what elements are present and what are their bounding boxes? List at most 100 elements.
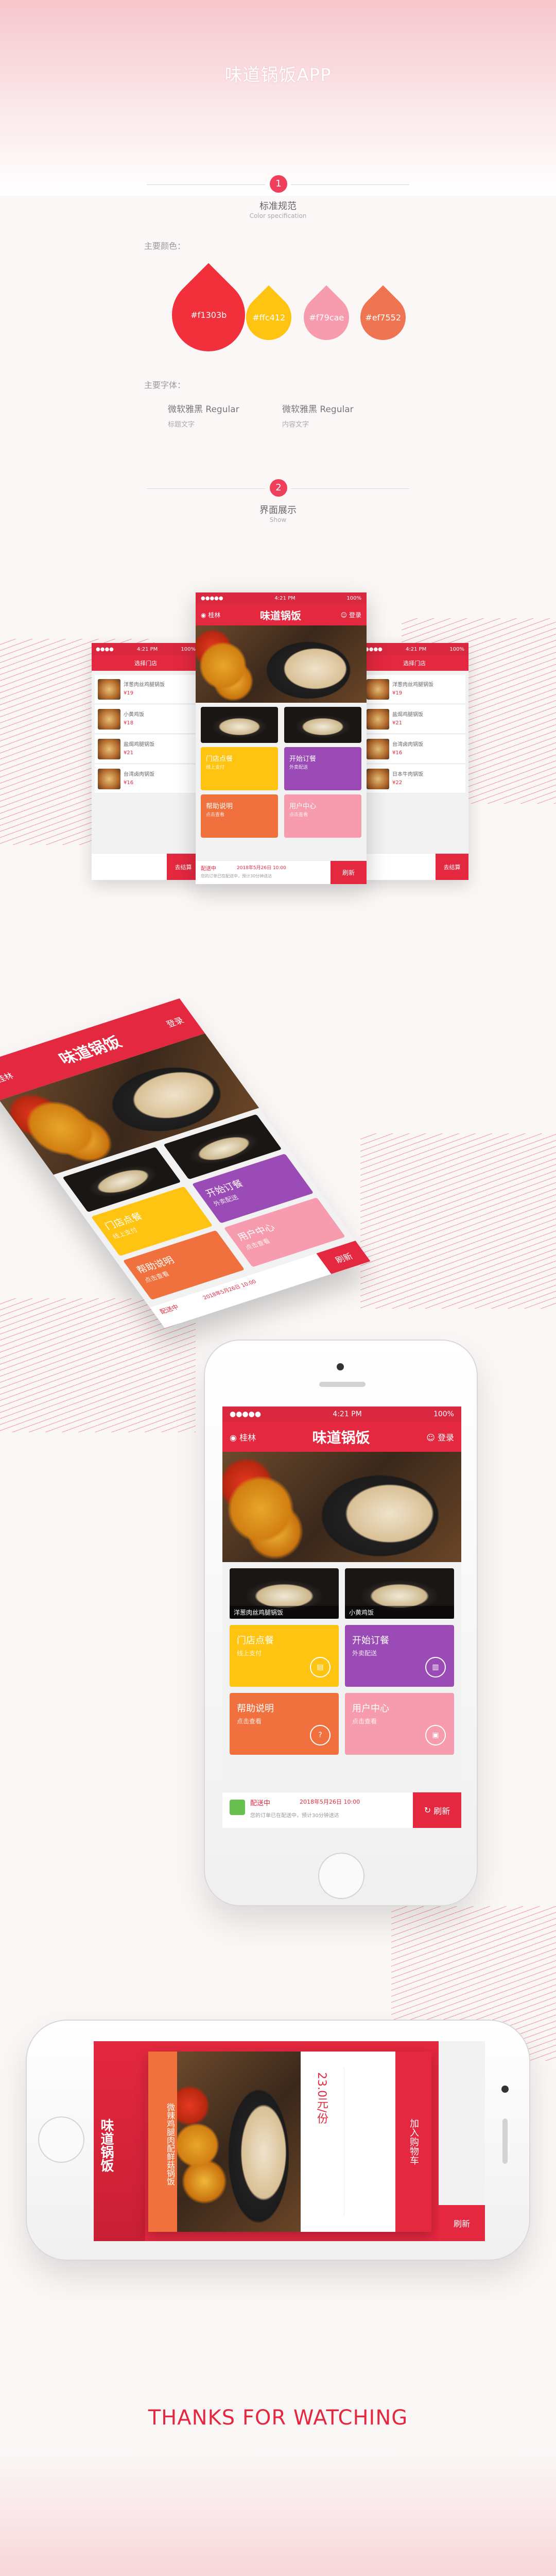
dish-thumb[interactable]: 洋葱肉丝鸡腿锅饭: [230, 1568, 339, 1619]
color-swatch-orange: #ef7552: [351, 285, 415, 350]
hero-banner: [0, 0, 556, 196]
footer-background: [0, 2452, 556, 2576]
tile-user-center[interactable]: 用户中心 点击查看 ▣: [345, 1693, 454, 1755]
tile-start-order[interactable]: 开始订餐 外卖配送: [284, 747, 361, 790]
list-item[interactable]: 洋葱肉丝鸡腿锅饭 ¥19: [363, 675, 465, 704]
divider: [291, 488, 409, 489]
home-button[interactable]: [318, 1853, 364, 1899]
list-item[interactable]: 日本牛肉锅饭 ¥22: [363, 765, 465, 793]
home-button[interactable]: [38, 2116, 84, 2163]
dish-name: 洋葱肉丝鸡腿锅饭: [124, 682, 165, 688]
dish-thumb[interactable]: [284, 707, 361, 743]
refresh-icon: ↻: [424, 1805, 431, 1815]
dish-name: 台湾卤肉锅饭: [392, 742, 423, 748]
user-icon: ☺: [340, 611, 348, 619]
checkout-button[interactable]: 去结算: [436, 854, 468, 880]
list-item[interactable]: 盐焗鸡腿锅饭 ¥21: [95, 735, 197, 764]
nav-bar: 选择门店: [360, 655, 468, 671]
list-item[interactable]: 盐焗鸡腿锅饭 ¥21: [363, 705, 465, 734]
status-bar: ●●●●● 4:21 PM 100%: [222, 1406, 461, 1422]
user-icon: ☺: [426, 1433, 435, 1443]
location-name: 桂林: [208, 611, 221, 619]
checkout-button[interactable]: 去结算: [167, 854, 200, 880]
refresh-label: 刷新: [453, 2219, 470, 2229]
login-link[interactable]: ☺ 登录: [341, 611, 361, 619]
list-item[interactable]: 台湾卤肉锅饭 ¥16: [363, 735, 465, 764]
status-bar: ●●●● 4:21 PM 100%: [92, 643, 200, 655]
list-item[interactable]: 小黄鸡饭 ¥18: [95, 705, 197, 734]
tile-subtitle: 线上支付: [206, 765, 225, 770]
font-name: 微软雅黑 Regular: [168, 404, 239, 415]
nav-bar: ◉ 桂林 味道锅饭 ☺ 登录: [222, 1422, 461, 1452]
refresh-button[interactable]: ↻ 刷新: [413, 1792, 461, 1828]
phone-frame-landscape: 味道锅饭 微辣鸡腿肉配鲜菇锅饭 23.0元/份 加入购物车 刷新: [26, 2020, 530, 2261]
dish-price: 23.0元/份: [315, 2072, 328, 2124]
dish-thumbnail: [98, 739, 120, 759]
section-number: 2: [270, 479, 287, 497]
location-button[interactable]: ◉ 桂林: [230, 1431, 256, 1443]
drink-icon: ▥: [425, 1657, 446, 1677]
status-bar: ●●●●● 4:21 PM 100%: [196, 592, 367, 604]
section-number: 1: [270, 175, 287, 193]
thanks-text: THANKS FOR WATCHING: [148, 2406, 408, 2430]
dish-thumbnail: [98, 679, 120, 700]
login-button[interactable]: ☺ 登录: [426, 1431, 454, 1443]
list-item[interactable]: 台湾卤肉锅饭 ¥16: [95, 765, 197, 793]
notice-title: 配送中: [201, 866, 216, 872]
app-logo: 味道锅饭: [98, 2119, 114, 2172]
tile-title: 门店点餐: [237, 1635, 274, 1646]
tile-help[interactable]: 帮助说明 点击查看 ?: [230, 1693, 339, 1755]
speaker: [502, 2119, 508, 2164]
tile-store-order[interactable]: 门店点餐 线上支付 ▤: [230, 1625, 339, 1687]
carrier-dots: ●●●●●: [201, 595, 223, 601]
refresh-button[interactable]: 刷新: [439, 2205, 485, 2241]
section-subtitle: Color specification: [249, 212, 307, 219]
isometric-screen: 桂林 味道锅饭 登录 门店点餐 线上支付 开始订餐 外卖配送 帮助说明 点击查看…: [0, 998, 371, 1328]
notice-date: 2018年5月26日 10:00: [300, 1799, 360, 1805]
font-usage: 内容文字: [282, 421, 309, 429]
carrier-dots: ●●●●: [364, 646, 383, 652]
location-label[interactable]: ◉ 桂林: [201, 611, 220, 619]
divider: [291, 184, 409, 185]
tile-subtitle: 点击查看: [352, 1718, 377, 1725]
app-logo: 味道锅饭: [259, 609, 301, 622]
side-strip: 味道锅饭: [94, 2041, 145, 2241]
list-item[interactable]: 洋葱肉丝鸡腿锅饭 ¥19: [95, 675, 197, 704]
dish-price: ¥21: [124, 750, 134, 756]
dish-name: 小黄鸡饭: [124, 712, 144, 718]
color-swatch-primary: #f1303b: [157, 263, 260, 367]
tile-help[interactable]: 帮助说明 点击查看: [201, 794, 278, 838]
app-logo: 味道锅饭: [312, 1429, 370, 1446]
tile-title: 门店点餐: [206, 755, 233, 763]
divider: [147, 184, 265, 185]
tile-store-order[interactable]: 门店点餐 线上支付: [201, 747, 278, 790]
screen-title: 选择门店: [403, 660, 426, 667]
add-to-cart-button[interactable]: 加入购物车: [395, 2052, 431, 2232]
dish-detail-card: 微辣鸡腿肉配鲜菇锅饭 23.0元/份 加入购物车: [148, 2052, 431, 2232]
login-label: 登录: [164, 1015, 186, 1029]
status-time: 4:21 PM: [406, 646, 427, 652]
status-bar: ●●●● 4:21 PM 100%: [360, 643, 468, 655]
tile-user-center[interactable]: 用户中心 点击查看: [284, 794, 361, 838]
tile-title: 用户中心: [352, 1703, 389, 1714]
dish-thumbnail: [98, 769, 120, 789]
dish-thumb[interactable]: 小黄鸡饭: [345, 1568, 454, 1619]
page-title: 味道锅饭APP: [224, 65, 332, 86]
refresh-label: 刷新: [433, 1806, 450, 1816]
carrier-dots: ●●●●: [96, 646, 114, 652]
refresh-button[interactable]: 刷新: [331, 861, 367, 884]
status-battery: 100%: [181, 646, 196, 652]
notice-text: 您的订单已在配送中，预计30分钟送达: [201, 874, 272, 878]
font-sample-content: 微软雅黑 Regular 内容文字: [282, 402, 354, 429]
dish-thumb[interactable]: [201, 707, 278, 743]
notice-icon: [230, 1800, 245, 1815]
font-sample-title: 微软雅黑 Regular 标题文字: [168, 402, 239, 429]
color-swatch-yellow: #ffc412: [236, 285, 301, 350]
divider: [147, 488, 265, 489]
checkout-bar: 去结算: [92, 853, 200, 880]
status-time: 4:21 PM: [333, 1410, 362, 1418]
colors-label: 主要颜色：: [144, 241, 186, 251]
tile-start-order[interactable]: 开始订餐 外卖配送 ▥: [345, 1625, 454, 1687]
dish-caption: 洋葱肉丝鸡腿锅饭: [230, 1606, 339, 1619]
refresh-label: 刷新: [342, 869, 355, 876]
